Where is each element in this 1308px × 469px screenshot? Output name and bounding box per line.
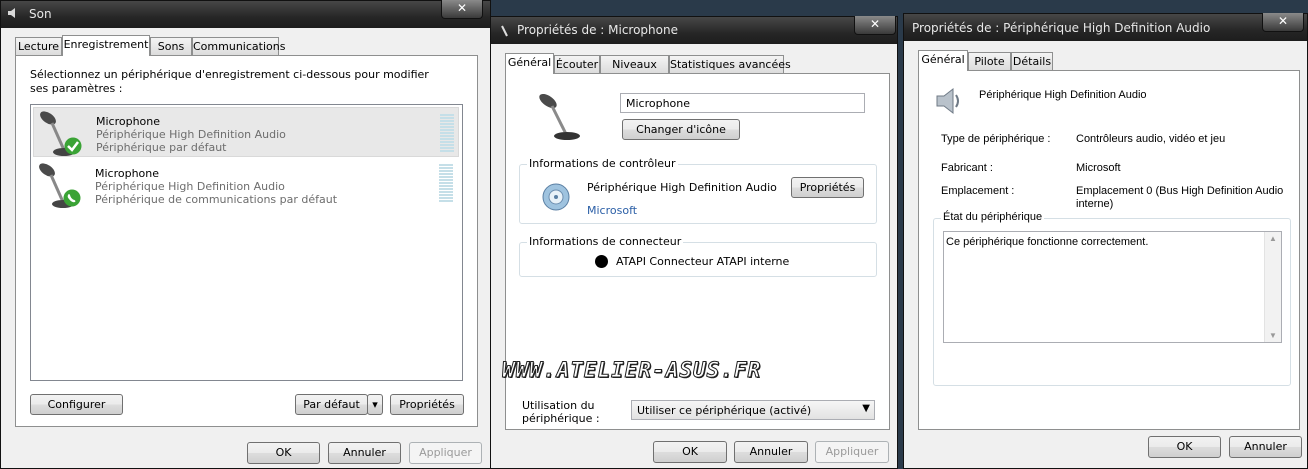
usage-select[interactable]: Utiliser ce périphérique (activé) ▼ xyxy=(631,400,875,420)
instruction-text: Sélectionnez un périphérique d'enregistr… xyxy=(30,68,429,95)
controller-name: Périphérique High Definition Audio xyxy=(587,181,777,194)
tab-statistiques[interactable]: Statistiques avancées xyxy=(669,55,791,73)
list-item[interactable]: Microphone Périphérique High Definition … xyxy=(33,107,459,157)
close-icon[interactable]: ✕ xyxy=(441,0,483,19)
manufacturer-value: Microsoft xyxy=(1076,162,1121,174)
tab-sons[interactable]: Sons xyxy=(150,37,192,55)
tab-ecouter[interactable]: Écouter xyxy=(554,55,600,73)
general-panel: Périphérique High Definition Audio Type … xyxy=(918,70,1300,430)
cancel-button[interactable]: Annuler xyxy=(734,441,808,463)
connector-info-group: Informations de connecteur ATAPI Connect… xyxy=(519,235,877,277)
device-status: Périphérique de communications par défau… xyxy=(95,193,338,206)
microphone-icon xyxy=(499,24,511,41)
check-icon xyxy=(64,137,82,158)
speaker-icon xyxy=(933,85,965,120)
location-value-2: interne) xyxy=(1076,198,1114,210)
speaker-icon xyxy=(7,7,17,19)
close-icon[interactable]: ✕ xyxy=(854,16,896,35)
window-title: Propriétés de : Microphone xyxy=(517,23,678,37)
device-status: Périphérique par défaut xyxy=(96,141,227,154)
group-label: Informations de connecteur xyxy=(527,235,684,248)
usage-label: Utilisation du xyxy=(522,399,595,412)
properties-button[interactable]: Propriétés xyxy=(390,394,464,415)
ok-button[interactable]: OK xyxy=(653,441,727,463)
cancel-button[interactable]: Annuler xyxy=(1229,436,1302,458)
jack-connector-icon xyxy=(595,255,608,268)
watermark-text: WWW.ATELIER-ASUS.FR xyxy=(501,358,762,383)
tab-communications[interactable]: Communications xyxy=(192,37,285,55)
scrollbar[interactable]: ▲ ▼ xyxy=(1264,232,1281,342)
group-label: État du périphérique xyxy=(941,211,1045,223)
level-meter xyxy=(439,164,453,203)
recording-panel: Sélectionnez un périphérique d'enregistr… xyxy=(15,55,478,427)
window-title: Son xyxy=(29,7,52,21)
ok-button[interactable]: OK xyxy=(247,442,320,464)
microphone-properties-window: Propriétés de : Microphone ✕ Général Éco… xyxy=(490,16,898,469)
type-label: Type de périphérique : xyxy=(941,133,1051,145)
device-name: Microphone xyxy=(95,167,160,180)
apply-button[interactable]: Appliquer xyxy=(409,442,482,464)
sound-window: Son ✕ Lecture Enregistrement Sons Commun… xyxy=(0,0,491,469)
device-name: Microphone xyxy=(96,115,161,128)
chevron-down-icon: ▼ xyxy=(862,403,870,414)
controller-properties-button[interactable]: Propriétés xyxy=(791,177,864,198)
hd-audio-properties-window: Propriétés de : Périphérique High Defini… xyxy=(903,13,1308,469)
cancel-button[interactable]: Annuler xyxy=(328,442,401,464)
default-button[interactable]: Par défaut xyxy=(295,394,368,415)
tab-niveaux[interactable]: Niveaux xyxy=(600,55,669,73)
tab-details[interactable]: Détails xyxy=(1011,52,1053,70)
mic-titlebar[interactable]: Propriétés de : Microphone ✕ xyxy=(491,16,897,44)
chevron-down-icon[interactable]: ▼ xyxy=(1269,331,1277,340)
status-text: Ce périphérique fonctionne correctement. xyxy=(946,236,1149,248)
location-value: Emplacement 0 (Bus High Definition Audio xyxy=(1076,185,1284,197)
hda-titlebar[interactable]: Propriétés de : Périphérique High Defini… xyxy=(904,13,1307,41)
group-label: Informations de contrôleur xyxy=(527,157,678,170)
status-textbox[interactable]: Ce périphérique fonctionne correctement.… xyxy=(943,231,1282,343)
level-meter xyxy=(440,114,454,153)
controller-vendor[interactable]: Microsoft xyxy=(587,204,637,217)
device-name: Périphérique High Definition Audio xyxy=(979,89,1147,101)
chevron-down-icon: ▾ xyxy=(372,398,378,411)
controller-info-group: Informations de contrôleur Périphérique … xyxy=(519,157,877,224)
type-value: Contrôleurs audio, vidéo et jeu xyxy=(1076,133,1226,145)
audio-device-icon xyxy=(540,181,572,216)
list-item[interactable]: Microphone Périphérique High Definition … xyxy=(33,160,459,210)
manufacturer-label: Fabricant : xyxy=(941,162,993,174)
default-dropdown-arrow[interactable]: ▾ xyxy=(367,394,383,415)
close-icon[interactable]: ✕ xyxy=(1262,13,1304,32)
status-group: État du périphérique Ce périphérique fon… xyxy=(933,211,1291,386)
phone-icon xyxy=(63,189,81,210)
chevron-up-icon[interactable]: ▲ xyxy=(1269,234,1277,243)
connector-text: ATAPI Connecteur ATAPI interne xyxy=(616,255,790,268)
tab-general[interactable]: Général xyxy=(505,53,554,74)
tab-lecture[interactable]: Lecture xyxy=(15,37,62,55)
microphone-icon xyxy=(536,92,586,145)
device-driver: Périphérique High Definition Audio xyxy=(96,128,286,141)
location-label: Emplacement : xyxy=(941,185,1015,197)
usage-label-2: périphérique : xyxy=(522,412,600,425)
device-name-field[interactable]: Microphone xyxy=(620,93,865,113)
tab-general[interactable]: Général xyxy=(918,50,968,71)
device-list[interactable]: Microphone Périphérique High Definition … xyxy=(30,104,463,381)
sound-titlebar[interactable]: Son ✕ xyxy=(1,0,490,28)
window-title: Propriétés de : Périphérique High Defini… xyxy=(912,21,1211,35)
tab-pilote[interactable]: Pilote xyxy=(968,52,1011,70)
change-icon-button[interactable]: Changer d'icône xyxy=(622,119,740,140)
apply-button[interactable]: Appliquer xyxy=(815,441,889,463)
tab-enregistrement[interactable]: Enregistrement xyxy=(62,35,150,56)
configure-button[interactable]: Configurer xyxy=(30,394,123,415)
ok-button[interactable]: OK xyxy=(1148,436,1221,458)
device-driver: Périphérique High Definition Audio xyxy=(95,180,285,193)
